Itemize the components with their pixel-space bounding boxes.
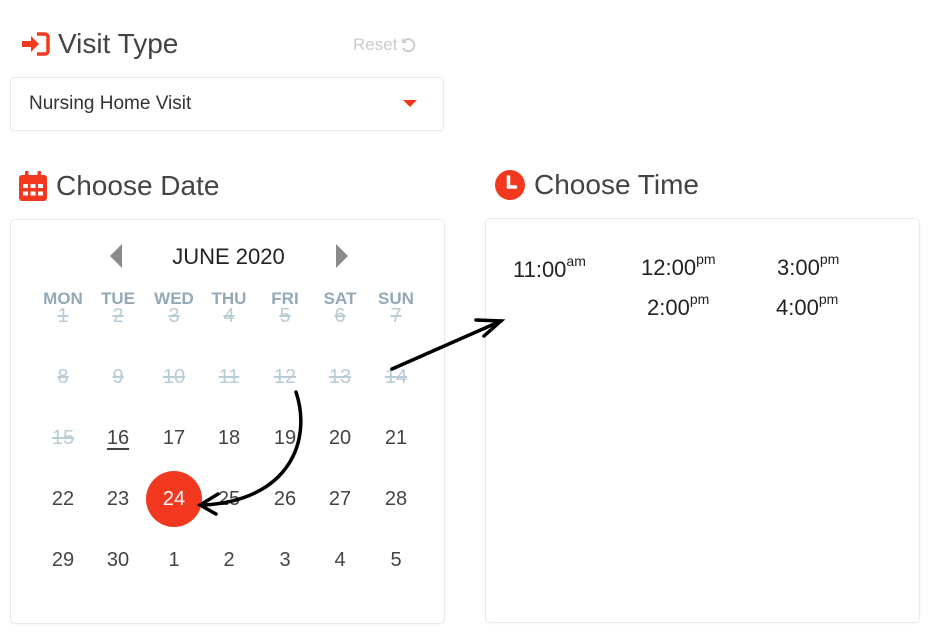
choose-date-heading: Choose Date [18,170,219,202]
calendar-day: 14 [384,366,408,388]
calendar-day[interactable]: 23 [90,471,146,527]
time-slot-period: pm [818,291,839,307]
calendar-day[interactable]: 29 [35,532,91,588]
calendar-day[interactable]: 1 [146,532,202,588]
calendar-day: 12 [273,366,297,388]
time-slot-period: pm [696,251,716,267]
time-panel: 11:00am 12:00pm 3:00pm 2:00pm 4:00pm [485,218,920,623]
calendar-day: 5 [279,305,291,327]
calendar-day[interactable]: 22 [35,471,91,527]
time-slot[interactable]: 4:00pm [776,291,838,321]
calendar-day[interactable]: 26 [257,471,313,527]
caret-down-icon [403,100,417,107]
calendar-day-selected[interactable]: 24 [146,471,202,527]
calendar-day[interactable]: 4 [312,532,368,588]
time-slot-time: 4:00 [776,295,819,320]
time-slot-time: 2:00 [647,295,690,320]
calendar-day: 13 [328,366,352,388]
time-slot-period: am [566,253,586,269]
choose-date-title: Choose Date [56,170,220,201]
calendar-day[interactable]: 17 [146,410,202,466]
undo-icon [402,38,416,53]
calendar-day[interactable]: 16 [90,410,146,466]
time-slot[interactable]: 2:00pm [647,291,709,321]
choose-time-title: Choose Time [534,169,699,200]
time-slot-time: 11:00 [513,257,567,282]
time-slot[interactable]: 12:00pm [641,251,716,281]
calendar-day: 6 [334,305,346,327]
time-slot[interactable]: 3:00pm [777,251,839,281]
calendar-day[interactable]: 28 [368,471,424,527]
calendar-day: 8 [57,366,69,388]
calendar-day: 9 [112,366,124,388]
calendar-icon [19,171,47,201]
time-slot-period: pm [689,291,710,307]
calendar-day: 15 [51,427,75,449]
calendar-day[interactable]: 27 [312,471,368,527]
calendar-day[interactable]: 25 [201,471,257,527]
calendar-day[interactable]: 21 [368,410,424,466]
calendar-day[interactable]: 30 [90,532,146,588]
calendar-day: 3 [168,305,180,327]
clock-icon [495,170,525,200]
next-month-button[interactable] [336,244,348,268]
time-slot-time: 3:00 [777,255,820,280]
calendar-day[interactable]: 5 [368,532,424,588]
calendar-day[interactable]: 2 [201,532,257,588]
time-slot[interactable]: 11:00am [513,253,586,283]
calendar-day[interactable]: 19 [257,410,313,466]
calendar-day: 2 [112,305,124,327]
calendar-day: 4 [223,305,235,327]
calendar-day[interactable]: 20 [312,410,368,466]
visit-type-value: Nursing Home Visit [29,93,192,114]
calendar-day: 1 [57,305,69,327]
calendar-day: 10 [162,366,186,388]
calendar-panel: JUNE 2020 MON TUE WED THU FRI SAT SUN 12345678… [10,219,445,624]
calendar-day[interactable]: 18 [201,410,257,466]
time-slot-period: pm [819,251,840,267]
visit-type-select[interactable]: Nursing Home Visit [10,77,444,131]
calendar-day[interactable]: 3 [257,532,313,588]
month-label: JUNE 2020 [172,244,285,269]
time-slot-time: 12:00 [641,255,697,280]
calendar-day: 7 [390,305,402,327]
sign-in-icon [22,32,50,56]
reset-button[interactable]: Reset [353,35,416,55]
calendar-day: 11 [218,366,240,388]
choose-time-heading: Choose Time [494,169,699,201]
visit-type-heading: Visit Type [20,28,178,60]
visit-type-title: Visit Type [58,28,179,59]
reset-label: Reset [353,35,398,54]
